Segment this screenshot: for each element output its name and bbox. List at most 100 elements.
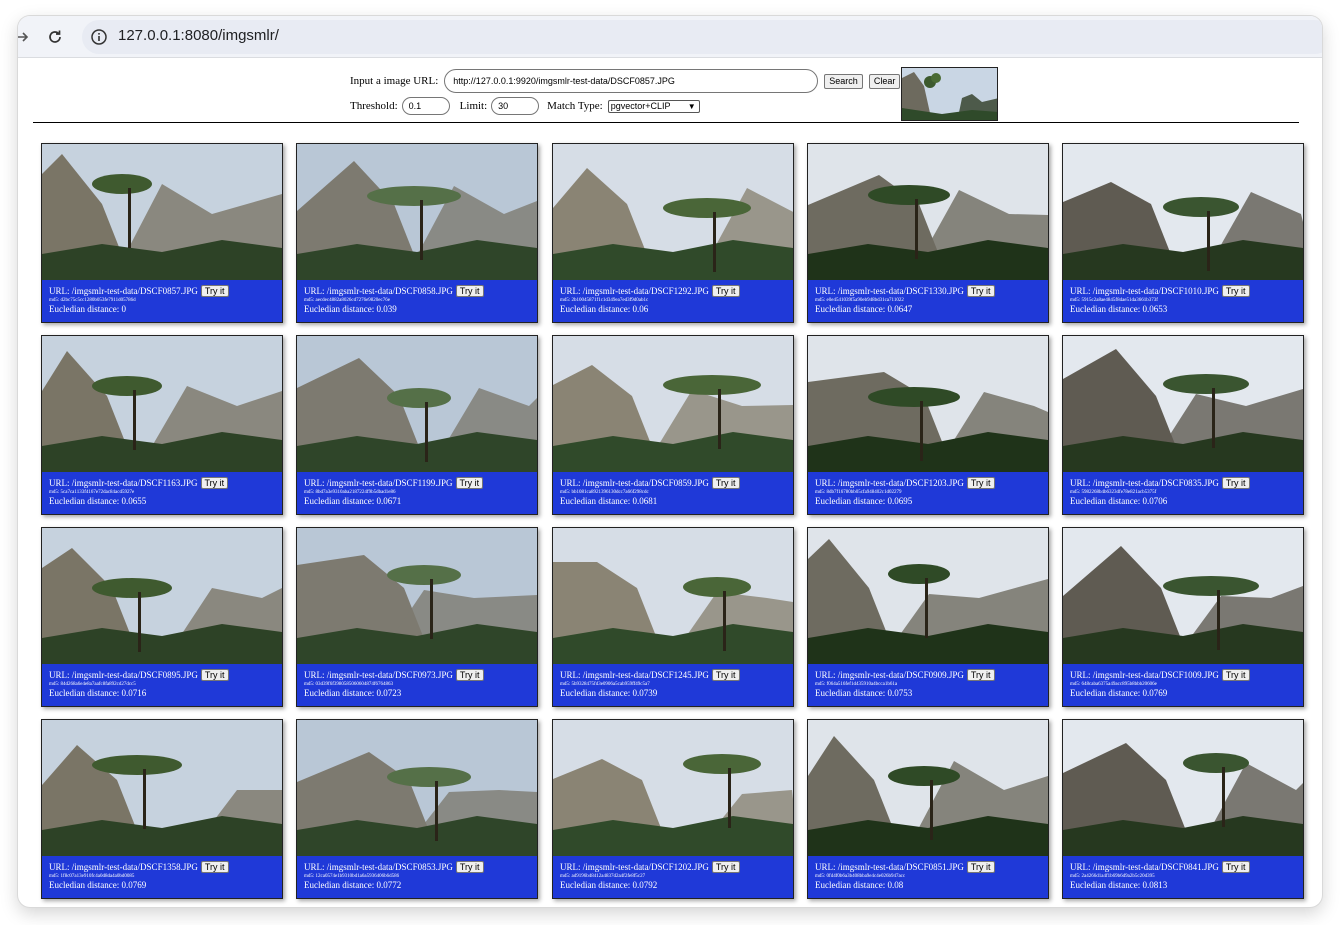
result-md5: md5: 1f8c07a13e910fc4a0d8da4a0bd0085 [49, 874, 135, 879]
try-it-button[interactable]: Try it [966, 669, 995, 681]
try-it-button[interactable]: Try it [711, 669, 740, 681]
try-it-button[interactable]: Try it [711, 285, 740, 297]
result-thumbnail[interactable] [808, 528, 1048, 664]
forward-icon[interactable] [18, 25, 34, 49]
result-md5: md5: 5b9328475fd3e0906a5cab959ff49c5a7 [560, 682, 650, 687]
result-url: URL: /imgsmlr-test-data/DSCF0857.JPG [49, 286, 198, 296]
result-md5: md5: d2bc75c5cc1280b053fe7911d05786d [49, 298, 136, 303]
result-url: URL: /imgsmlr-test-data/DSCF0858.JPG [304, 286, 453, 296]
result-card: URL: /imgsmlr-test-data/DSCF1010.JPG Try … [1062, 143, 1304, 323]
try-it-button[interactable]: Try it [966, 861, 995, 873]
result-thumbnail[interactable] [1063, 720, 1303, 856]
result-card: URL: /imgsmlr-test-data/DSCF0857.JPG Try … [41, 143, 283, 323]
result-distance: Eucledian distance: 0.0655 [49, 496, 147, 506]
reload-icon[interactable] [43, 25, 67, 49]
try-it-button[interactable]: Try it [200, 477, 229, 489]
result-thumbnail[interactable] [808, 336, 1048, 472]
result-thumbnail[interactable] [553, 720, 793, 856]
result-thumbnail[interactable] [553, 144, 793, 280]
result-card: URL: /imgsmlr-test-data/DSCF1203.JPG Try … [807, 335, 1049, 515]
result-distance: Eucledian distance: 0.06 [560, 304, 649, 314]
result-url: URL: /imgsmlr-test-data/DSCF0909.JPG [815, 670, 964, 680]
result-url: URL: /imgsmlr-test-data/DSCF1358.JPG [49, 862, 198, 872]
try-it-button[interactable]: Try it [1221, 477, 1250, 489]
result-distance: Eucledian distance: 0.0739 [560, 688, 658, 698]
try-it-button[interactable]: Try it [711, 861, 740, 873]
clear-button[interactable]: Clear [868, 73, 901, 89]
try-it-button[interactable]: Try it [200, 285, 229, 297]
result-url: URL: /imgsmlr-test-data/DSCF0851.JPG [815, 862, 964, 872]
result-md5: md5: 12ca0574e1b9310bd1a6a5936406b6d586 [304, 874, 400, 879]
try-it-button[interactable]: Try it [1221, 861, 1250, 873]
result-md5: md5: aecdec4882a8026cd7276e9820ec76e [304, 298, 390, 303]
try-it-button[interactable]: Try it [455, 285, 484, 297]
result-thumbnail[interactable] [553, 336, 793, 472]
result-md5: md5: 8bd7a3e9310aba2187224f9b5dbad1e86 [304, 490, 396, 495]
info-icon[interactable] [90, 28, 108, 46]
result-thumbnail[interactable] [1063, 144, 1303, 280]
threshold-input[interactable] [401, 97, 450, 115]
result-card: URL: /imgsmlr-test-data/DSCF0851.JPG Try … [807, 719, 1049, 899]
try-it-button[interactable]: Try it [966, 285, 995, 297]
image-url-input[interactable] [444, 69, 819, 93]
result-md5: md5: 8db7f16780bb05cfa948402c1d02279 [815, 490, 902, 495]
result-url: URL: /imgsmlr-test-data/DSCF1163.JPG [49, 478, 198, 488]
result-thumbnail[interactable] [42, 528, 282, 664]
result-url: URL: /imgsmlr-test-data/DSCF0859.JPG [560, 478, 709, 488]
match-type-value: pgvector+CLIP [610, 101, 671, 111]
page-content: Input a image URL: Search Clear Threshol… [18, 59, 1322, 907]
result-thumbnail[interactable] [297, 528, 537, 664]
try-it-button[interactable]: Try it [966, 477, 995, 489]
try-it-button[interactable]: Try it [1221, 669, 1250, 681]
try-it-button[interactable]: Try it [1221, 285, 1250, 297]
result-distance: Eucledian distance: 0.0653 [1070, 304, 1168, 314]
result-card: URL: /imgsmlr-test-data/DSCF0973.JPG Try … [296, 527, 538, 707]
address-bar[interactable]: 127.0.0.1:8080/imgsmlr/ [82, 20, 1322, 54]
result-distance: Eucledian distance: 0.0769 [49, 880, 147, 890]
result-thumbnail[interactable] [808, 144, 1048, 280]
result-thumbnail[interactable] [42, 336, 282, 472]
chevron-down-icon: ▼ [687, 101, 696, 111]
result-md5: md5: 648caba6375a49acc895b8bbb20606e [1070, 682, 1157, 687]
result-url: URL: /imgsmlr-test-data/DSCF1330.JPG [815, 286, 964, 296]
result-thumbnail[interactable] [42, 720, 282, 856]
try-it-button[interactable]: Try it [455, 669, 484, 681]
result-url: URL: /imgsmlr-test-data/DSCF1010.JPG [1070, 286, 1219, 296]
result-thumbnail[interactable] [42, 144, 282, 280]
result-thumbnail[interactable] [808, 720, 1048, 856]
result-thumbnail[interactable] [297, 336, 537, 472]
result-md5: md5: 84d268a6e4e8a7aafc8fa892cd27dcc5 [49, 682, 136, 687]
result-card: URL: /imgsmlr-test-data/DSCF0895.JPG Try … [41, 527, 283, 707]
result-card: URL: /imgsmlr-test-data/DSCF1292.JPG Try … [552, 143, 794, 323]
result-thumbnail[interactable] [553, 528, 793, 664]
limit-input[interactable] [491, 97, 540, 115]
result-distance: Eucledian distance: 0 [49, 304, 126, 314]
try-it-button[interactable]: Try it [455, 861, 484, 873]
result-distance: Eucledian distance: 0.0813 [1070, 880, 1168, 890]
result-distance: Eucledian distance: 0.0671 [304, 496, 402, 506]
result-url: URL: /imgsmlr-test-data/DSCF1245.JPG [560, 670, 709, 680]
results-grid: URL: /imgsmlr-test-data/DSCF0857.JPG Try … [41, 143, 1306, 903]
result-thumbnail[interactable] [297, 144, 537, 280]
result-distance: Eucledian distance: 0.0792 [560, 880, 658, 890]
result-thumbnail[interactable] [1063, 336, 1303, 472]
result-md5: md5: e0e4541039f5a90eb948bd31ca711022 [815, 298, 904, 303]
result-md5: md5: 5ca7ca1133f4167e72dac84acd5927e [49, 490, 135, 495]
try-it-button[interactable]: Try it [200, 669, 229, 681]
result-url: URL: /imgsmlr-test-data/DSCF0973.JPG [304, 670, 453, 680]
result-card: URL: /imgsmlr-test-data/DSCF1245.JPG Try … [552, 527, 794, 707]
result-distance: Eucledian distance: 0.08 [815, 880, 904, 890]
search-button[interactable]: Search [824, 73, 863, 89]
address-url: 127.0.0.1:8080/imgsmlr/ [118, 27, 279, 44]
match-type-select[interactable]: pgvector+CLIP ▼ [607, 99, 700, 113]
try-it-button[interactable]: Try it [455, 477, 484, 489]
result-card: URL: /imgsmlr-test-data/DSCF0858.JPG Try … [296, 143, 538, 323]
result-thumbnail[interactable] [297, 720, 537, 856]
result-card: URL: /imgsmlr-test-data/DSCF0859.JPG Try … [552, 335, 794, 515]
result-url: URL: /imgsmlr-test-data/DSCF1199.JPG [304, 478, 453, 488]
try-it-button[interactable]: Try it [200, 861, 229, 873]
try-it-button[interactable]: Try it [711, 477, 740, 489]
result-thumbnail[interactable] [1063, 528, 1303, 664]
browser-toolbar: 127.0.0.1:8080/imgsmlr/ [18, 16, 1322, 58]
result-card: URL: /imgsmlr-test-data/DSCF1009.JPG Try … [1062, 527, 1304, 707]
